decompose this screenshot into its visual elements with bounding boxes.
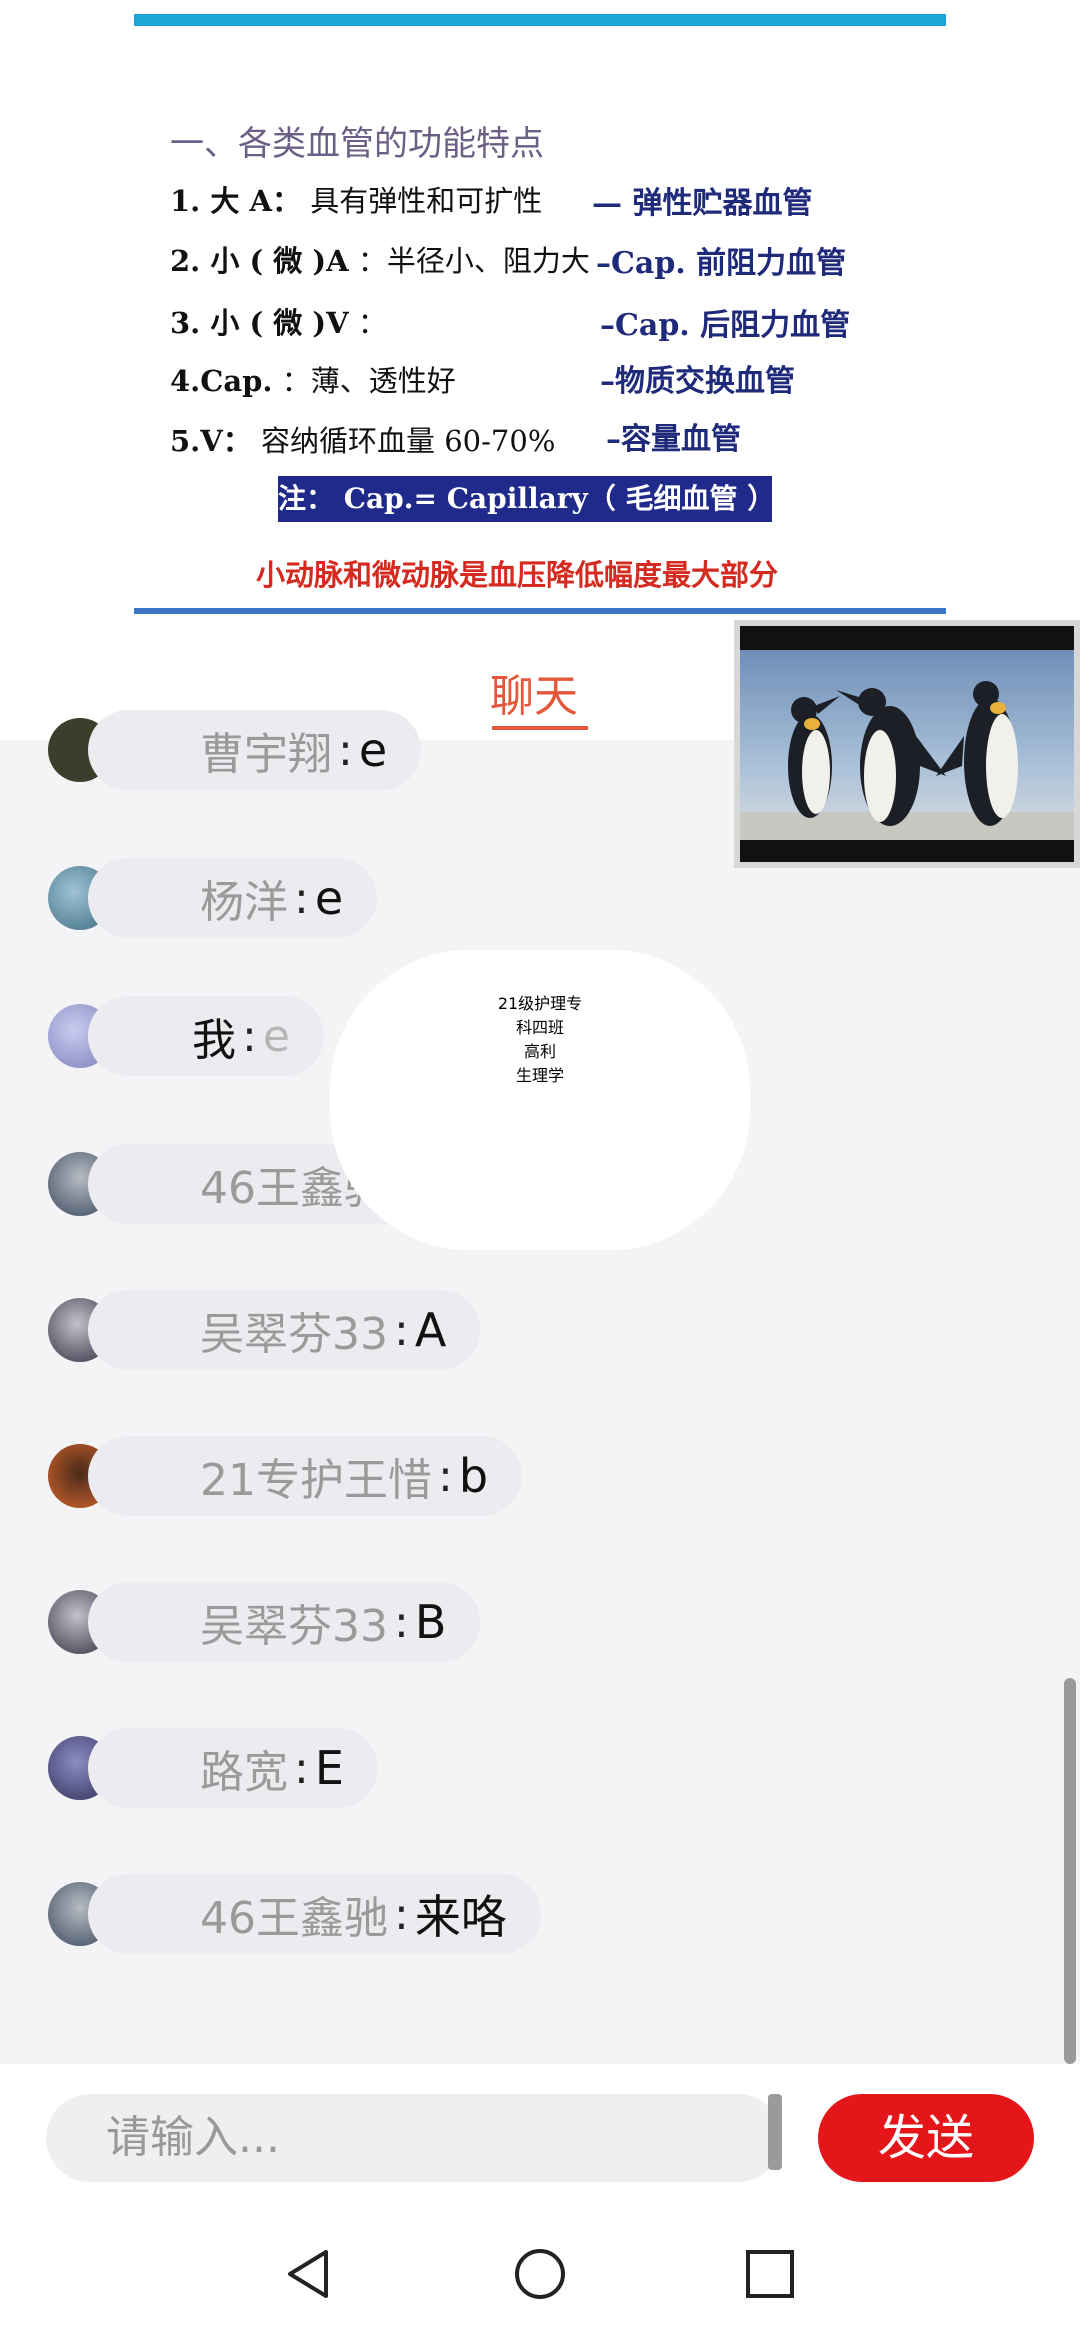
- chat-scrollbar[interactable]: [1064, 1678, 1076, 2064]
- slide-top-bar: [134, 14, 946, 26]
- message-bubble: 杨洋 : e: [88, 858, 378, 938]
- watermark-line: 21级护理专: [497, 994, 583, 1013]
- watermark-line: 科四班: [515, 1018, 564, 1037]
- tab-chat-underline: [492, 726, 588, 730]
- slide-row-2-right: –Cap. 前阻力血管: [596, 246, 847, 281]
- message-bubble: 吴翠芬33 : B: [88, 1582, 481, 1662]
- message-bubble: 吴翠芬33 : A: [88, 1290, 481, 1370]
- slide-row-1: 1. 大 A： 具有弹性和可扩性: [170, 184, 543, 218]
- recents-square-icon[interactable]: [742, 2246, 798, 2302]
- home-circle-icon[interactable]: [512, 2246, 568, 2302]
- message-bubble: 46王鑫驰 : 来咯: [88, 1874, 541, 1954]
- message-bubble: 21专护王惜 : b: [88, 1436, 523, 1516]
- message-bubble: 我 : e: [88, 996, 324, 1076]
- message-bubble: 路宽 : E: [88, 1728, 378, 1808]
- slide-title: 一、各类血管的功能特点: [170, 124, 544, 164]
- video-preview[interactable]: [734, 620, 1080, 868]
- input-scroll-handle: [768, 2094, 782, 2170]
- penguin-video-image: [740, 650, 1074, 840]
- slide-row-3-right: –Cap. 后阻力血管: [600, 308, 851, 343]
- slide-bottom-bar: [134, 608, 946, 614]
- chat-input[interactable]: 请输入...: [46, 2094, 782, 2182]
- watermark-text: 21级护理专 科四班 高利 生理学: [330, 990, 750, 1086]
- watermark-line: 高利: [523, 1042, 556, 1061]
- video-frame: [740, 626, 1074, 862]
- send-button[interactable]: 发送: [818, 2094, 1034, 2182]
- slide-row-5: 5.V： 容纳循环血量 60-70%: [170, 424, 556, 458]
- slide-note: 注： Cap.= Capillary（ 毛细血管 ）: [278, 476, 775, 522]
- slide-row-2: 2. 小 ( 微 )A ：半径小、阻力大: [170, 244, 590, 278]
- slide-row-4: 4.Cap. ：薄、透性好: [170, 364, 456, 398]
- tab-chat[interactable]: 聊天: [490, 660, 578, 724]
- back-triangle-icon[interactable]: [282, 2246, 338, 2302]
- slide-row-3: 3. 小 ( 微 )V ：: [170, 306, 387, 340]
- slide-row-5-right: –容量血管: [606, 422, 741, 457]
- slide-row-4-right: –物质交换血管: [600, 364, 795, 399]
- slide-row-1-right: — 弹性贮器血管: [592, 186, 813, 221]
- watermark-line: 生理学: [515, 1066, 564, 1085]
- slide-red-note: 小动脉和微动脉是血压降低幅度最大部分: [256, 558, 779, 592]
- slide-image: 一、各类血管的功能特点 1. 大 A： 具有弹性和可扩性 — 弹性贮器血管 2.…: [0, 0, 1080, 640]
- message-bubble: 曹宇翔 : e: [88, 710, 422, 790]
